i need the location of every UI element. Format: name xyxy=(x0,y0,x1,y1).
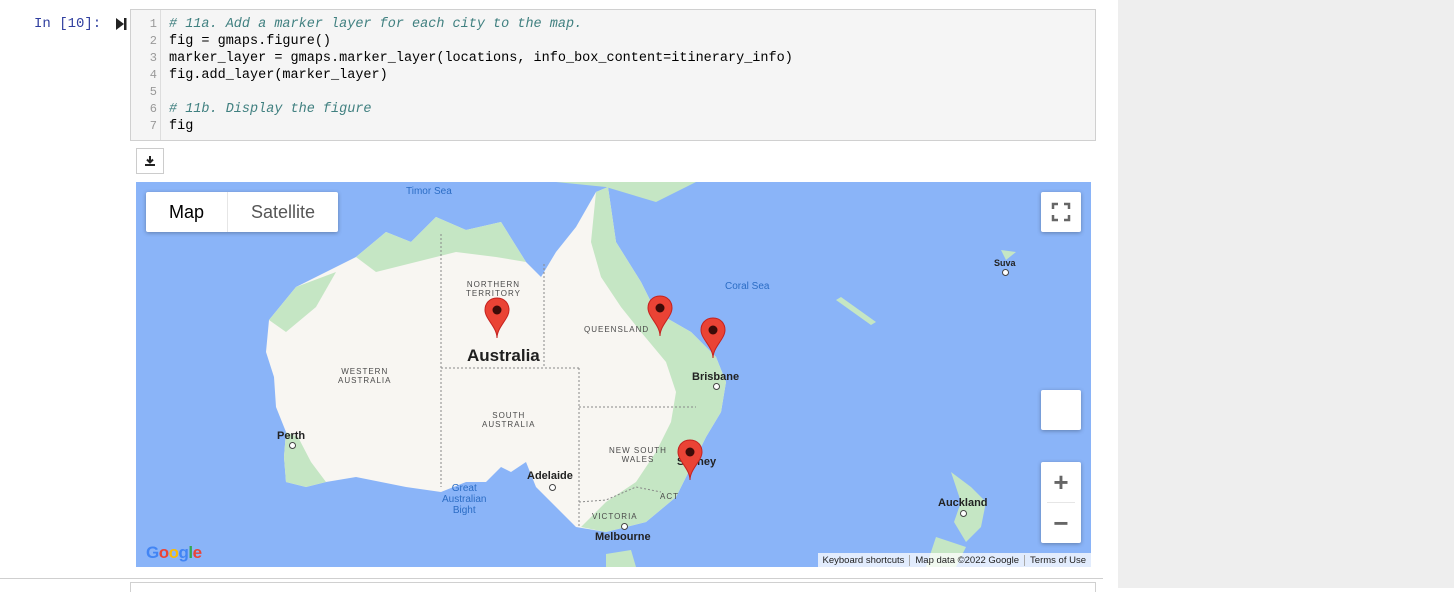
google-logo: Google xyxy=(146,543,202,563)
fullscreen-button[interactable] xyxy=(1041,192,1081,232)
code-line[interactable]: 5 xyxy=(131,84,1095,101)
line-number: 3 xyxy=(149,51,157,65)
label-northern-territory: NORTHERN TERRITORY xyxy=(466,280,521,298)
cell-separator xyxy=(0,578,1103,579)
label-suva: Suva xyxy=(994,258,1016,268)
map-marker[interactable] xyxy=(677,439,703,481)
code-cell-editor[interactable]: 1 # 11a. Add a marker layer for each city… xyxy=(130,9,1096,141)
zoom-in-button[interactable]: + xyxy=(1041,462,1081,502)
label-australia: Australia xyxy=(467,346,540,365)
google-logo-letter: o xyxy=(168,543,179,562)
label-perth: Perth xyxy=(277,430,306,442)
label-act: ACT xyxy=(660,492,679,501)
code-text: fig.add_layer(marker_layer) xyxy=(169,68,388,83)
city-dot-melbourne xyxy=(621,523,628,530)
line-number: 5 xyxy=(149,85,157,99)
code-comment: # 11a. Add a marker layer for each city … xyxy=(169,17,583,32)
zoom-out-button[interactable]: − xyxy=(1041,503,1081,543)
label-new-south-wales: NEW SOUTH WALES xyxy=(609,446,667,464)
code-line[interactable]: 3 marker_layer = gmaps.marker_layer(locat… xyxy=(131,50,1095,67)
terms-of-use-link[interactable]: Terms of Use xyxy=(1024,554,1091,566)
map-widget[interactable]: Map Satellite + − Timor Sea Coral Sea NO… xyxy=(136,182,1091,567)
map-marker[interactable] xyxy=(484,297,510,339)
city-dot-perth xyxy=(289,442,296,449)
code-line[interactable]: 2 fig = gmaps.figure() xyxy=(131,33,1095,50)
map-type-control[interactable]: Map Satellite xyxy=(146,192,339,232)
map-marker[interactable] xyxy=(700,317,726,359)
city-dot-adelaide xyxy=(549,484,556,491)
label-great-australian-bight: Great Australian Bight xyxy=(442,483,487,516)
line-number: 1 xyxy=(149,17,157,31)
google-logo-letter: G xyxy=(146,543,159,562)
map-type-satellite-button[interactable]: Satellite xyxy=(228,192,338,232)
label-auckland: Auckland xyxy=(938,497,988,509)
label-south-australia: SOUTH AUSTRALIA xyxy=(482,411,536,429)
code-comment: # 11b. Display the figure xyxy=(169,102,372,117)
line-number: 6 xyxy=(149,102,157,116)
label-melbourne: Melbourne xyxy=(595,531,651,543)
zoom-control[interactable]: + − xyxy=(1041,462,1081,543)
right-gutter xyxy=(1118,0,1454,588)
label-timor-sea: Timor Sea xyxy=(406,186,452,197)
line-number: 2 xyxy=(149,34,157,48)
code-text: fig xyxy=(169,119,194,134)
label-adelaide: Adelaide xyxy=(527,470,573,482)
code-line[interactable]: 4 fig.add_layer(marker_layer) xyxy=(131,67,1095,84)
google-logo-letter: e xyxy=(192,543,202,562)
fullscreen-icon xyxy=(1051,202,1071,222)
next-code-cell[interactable] xyxy=(130,582,1096,592)
map-terrain xyxy=(266,182,1016,567)
map-attribution: Keyboard shortcuts Map data ©2022 Google… xyxy=(817,553,1091,567)
code-text: fig = gmaps.figure() xyxy=(169,34,332,49)
street-view-pegman[interactable] xyxy=(1041,390,1081,430)
run-cell-icon[interactable] xyxy=(114,16,128,32)
city-dot-brisbane xyxy=(713,383,720,390)
code-line[interactable]: 6 # 11b. Display the figure xyxy=(131,101,1095,118)
label-western-australia: WESTERN AUSTRALIA xyxy=(338,367,392,385)
keyboard-shortcuts-link[interactable]: Keyboard shortcuts xyxy=(818,555,910,566)
city-dot-suva xyxy=(1002,269,1009,276)
label-brisbane: Brisbane xyxy=(692,371,740,383)
map-type-map-button[interactable]: Map xyxy=(146,192,229,232)
google-logo-letter: o xyxy=(158,543,169,562)
code-text: marker_layer = gmaps.marker_layer(locati… xyxy=(169,51,793,66)
city-dot-auckland xyxy=(960,510,967,517)
code-line[interactable]: 7 fig xyxy=(131,118,1095,135)
line-number: 7 xyxy=(149,119,157,133)
download-icon xyxy=(145,156,155,166)
google-logo-letter: g xyxy=(178,543,189,562)
code-line[interactable]: 1 # 11a. Add a marker layer for each city… xyxy=(131,16,1095,33)
map-marker[interactable] xyxy=(647,295,673,337)
label-queensland: QUEENSLAND xyxy=(584,325,650,334)
download-button[interactable] xyxy=(136,148,164,174)
label-victoria: VICTORIA xyxy=(592,512,638,521)
label-coral-sea: Coral Sea xyxy=(725,281,770,292)
map-data-text: Map data ©2022 Google xyxy=(909,554,1024,566)
cell-prompt: In [10]: xyxy=(34,16,102,32)
line-number: 4 xyxy=(149,68,157,82)
